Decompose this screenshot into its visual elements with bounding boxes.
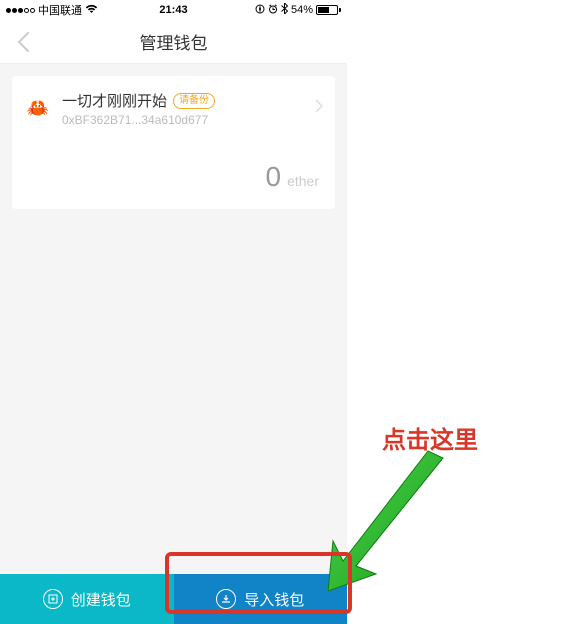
status-time: 21:43 <box>159 4 187 16</box>
battery-icon <box>316 5 341 15</box>
import-icon <box>216 589 236 609</box>
signal-dots-icon <box>6 8 35 13</box>
import-wallet-label: 导入钱包 <box>244 589 304 610</box>
wallet-card: 🦀 一切才刚刚开始 请备份 0xBF362B71...34a610d677 0 … <box>12 76 335 209</box>
import-wallet-button[interactable]: 导入钱包 <box>174 574 348 624</box>
back-button[interactable] <box>8 20 38 64</box>
alarm-icon <box>268 4 278 17</box>
create-wallet-button[interactable]: 创建钱包 <box>0 574 174 624</box>
page-title: 管理钱包 <box>0 29 347 54</box>
status-right: 54% <box>255 3 341 17</box>
bluetooth-icon <box>281 3 288 17</box>
wallet-info: 一切才刚刚开始 请备份 0xBF362B71...34a610d677 <box>62 90 315 127</box>
chevron-right-icon <box>315 99 323 118</box>
content-area: 🦀 一切才刚刚开始 请备份 0xBF362B71...34a610d677 0 … <box>0 64 347 574</box>
backup-badge: 请备份 <box>173 93 215 109</box>
wallet-address: 0xBF362B71...34a610d677 <box>62 113 315 127</box>
wallet-avatar-icon: 🦀 <box>24 95 52 123</box>
balance-value: 0 <box>266 161 282 193</box>
chevron-left-icon <box>16 31 30 53</box>
create-wallet-label: 创建钱包 <box>71 589 131 610</box>
location-icon <box>255 4 265 17</box>
create-icon <box>43 589 63 609</box>
wallet-row[interactable]: 🦀 一切才刚刚开始 请备份 0xBF362B71...34a610d677 <box>12 76 335 141</box>
annotation-text: 点击这里 <box>382 420 478 455</box>
status-bar: 中国联通 21:43 54% <box>0 0 347 20</box>
annotation-arrow-icon <box>328 446 478 596</box>
carrier-label: 中国联通 <box>38 2 82 18</box>
wifi-icon <box>85 4 98 17</box>
wallet-name: 一切才刚刚开始 <box>62 90 167 111</box>
status-left: 中国联通 <box>6 2 98 18</box>
balance-unit: ether <box>287 173 319 189</box>
battery-pct: 54% <box>291 4 313 16</box>
nav-bar: 管理钱包 <box>0 20 347 64</box>
bottom-bar: 创建钱包 导入钱包 <box>0 574 347 624</box>
app-screen: 中国联通 21:43 54% 管理钱包 <box>0 0 347 624</box>
balance-row: 0 ether <box>12 141 335 209</box>
